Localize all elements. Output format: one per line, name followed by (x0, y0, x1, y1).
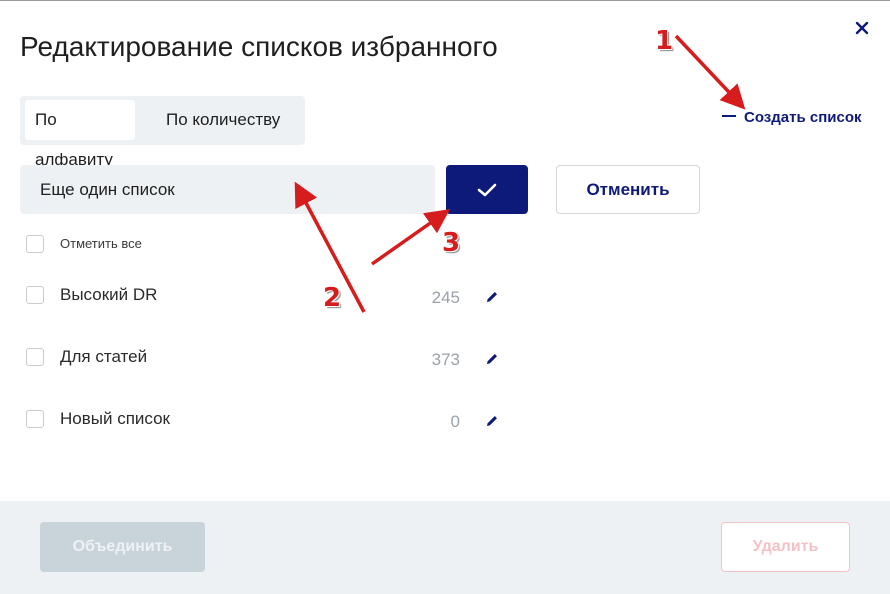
list-item-count: 0 (450, 412, 460, 431)
list-item-count: 245 (431, 288, 460, 307)
confirm-button[interactable] (446, 165, 528, 214)
new-list-name-input[interactable] (20, 165, 435, 214)
create-list-link[interactable]: Создать список (722, 109, 862, 126)
delete-button[interactable]: Удалить (721, 522, 850, 572)
list-item-count: 373 (431, 350, 460, 369)
select-all-checkbox[interactable] (26, 235, 44, 253)
sort-count-button[interactable]: По количеству (156, 100, 290, 140)
list-checkbox[interactable] (26, 348, 44, 366)
pencil-icon[interactable] (484, 413, 500, 429)
select-all-label: Отметить все (60, 236, 142, 251)
edit-favorites-dialog: Редактирование списков избранного По алф… (0, 0, 890, 594)
merge-button[interactable]: Объединить (40, 522, 205, 572)
close-icon-glyph (855, 21, 869, 35)
close-icon[interactable] (855, 19, 869, 40)
list-item-name: Для статей (60, 347, 148, 366)
check-icon (477, 183, 497, 196)
annotation-marker-1: 1 (655, 26, 674, 56)
sort-alphabet-button[interactable]: По алфавиту (25, 100, 135, 169)
create-list-label: Создать список (744, 109, 862, 126)
sort-toggle: По алфавиту По количеству (20, 96, 305, 169)
annotation-marker-3: 3 (442, 228, 461, 258)
list-checkbox[interactable] (26, 286, 44, 304)
cancel-button[interactable]: Отменить (556, 165, 700, 214)
list-item-name: Новый список (60, 409, 170, 428)
pencil-icon[interactable] (484, 351, 500, 367)
minus-icon (722, 115, 736, 118)
list-checkbox[interactable] (26, 410, 44, 428)
dialog-title: Редактирование списков избранного (20, 31, 498, 62)
pencil-icon[interactable] (484, 289, 500, 305)
annotation-marker-2: 2 (323, 283, 342, 313)
list-item-name: Высокий DR (60, 285, 158, 304)
